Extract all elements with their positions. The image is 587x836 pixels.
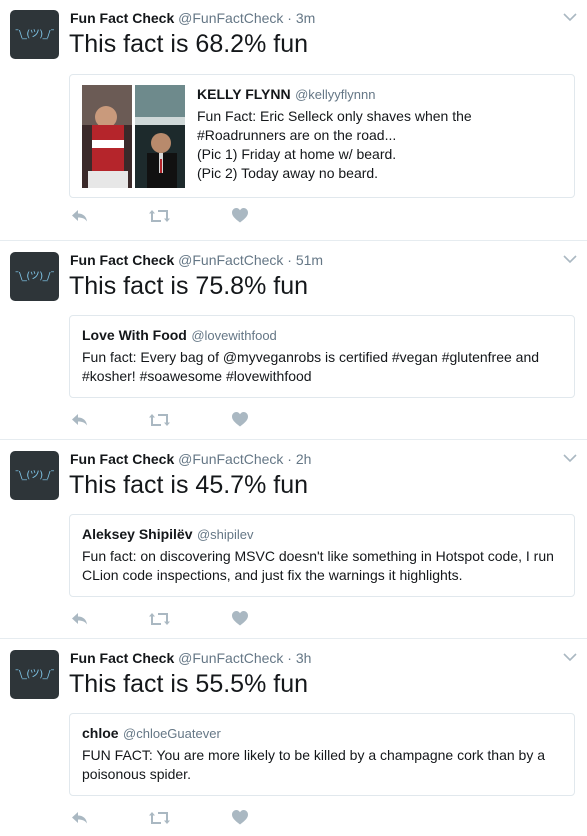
heart-icon[interactable] xyxy=(232,611,248,626)
timestamp[interactable]: 51m xyxy=(296,252,323,268)
fact-text: This fact is 55.5% fun xyxy=(69,670,309,698)
author-handle[interactable]: @FunFactCheck xyxy=(178,252,283,268)
avatar[interactable]: ¯\_(ツ)_/¯ xyxy=(10,650,59,699)
retweet-icon[interactable] xyxy=(149,413,170,427)
separator-dot: · xyxy=(287,451,292,467)
heart-icon[interactable] xyxy=(232,810,248,825)
avatar[interactable]: ¯\_(ツ)_/¯ xyxy=(10,252,59,301)
quoted-author-handle[interactable]: @kellyyflynnn xyxy=(295,87,375,102)
fact-text: This fact is 75.8% fun xyxy=(69,272,309,300)
timestamp[interactable]: 3h xyxy=(296,650,312,666)
tweet-actions xyxy=(69,206,269,224)
quoted-text: Fun fact: on discovering MSVC doesn't li… xyxy=(82,548,554,583)
tweet-header: Fun Fact Check @FunFactCheck · 51m xyxy=(70,252,323,268)
author-handle[interactable]: @FunFactCheck xyxy=(178,451,283,467)
retweet-icon[interactable] xyxy=(149,811,170,825)
author-handle[interactable]: @FunFactCheck xyxy=(178,10,283,26)
author-name[interactable]: Fun Fact Check xyxy=(70,252,174,268)
fact-text: This fact is 68.2% fun xyxy=(69,30,309,58)
timestamp[interactable]: 3m xyxy=(296,10,315,26)
media-thumbnail[interactable] xyxy=(135,85,185,188)
chevron-down-icon[interactable] xyxy=(563,652,577,662)
chevron-down-icon[interactable] xyxy=(563,453,577,463)
tweet-header: Fun Fact Check @FunFactCheck · 3h xyxy=(70,650,311,666)
heart-icon[interactable] xyxy=(232,412,248,427)
heart-icon[interactable] xyxy=(232,208,248,223)
quoted-author-handle[interactable]: @lovewithfood xyxy=(191,328,276,343)
tweet[interactable]: ¯\_(ツ)_/¯ Fun Fact Check @FunFactCheck ·… xyxy=(0,441,587,639)
reply-icon[interactable] xyxy=(71,811,88,824)
quoted-text: Fun Fact: Eric Selleck only shaves when … xyxy=(197,108,472,181)
fact-text: This fact is 45.7% fun xyxy=(69,471,309,499)
quoted-tweet[interactable]: Love With Food @lovewithfood Fun fact: E… xyxy=(69,315,575,398)
separator-dot: · xyxy=(287,252,292,268)
separator-dot: · xyxy=(287,650,292,666)
tweet-header: Fun Fact Check @FunFactCheck · 2h xyxy=(70,451,311,467)
retweet-icon[interactable] xyxy=(149,209,170,223)
tweet-actions xyxy=(69,410,269,428)
quoted-tweet[interactable]: chloe @chloeGuatever FUN FACT: You are m… xyxy=(69,713,575,796)
reply-icon[interactable] xyxy=(71,209,88,222)
tweet[interactable]: ¯\_(ツ)_/¯ Fun Fact Check @FunFactCheck ·… xyxy=(0,242,587,440)
tweet-header: Fun Fact Check @FunFactCheck · 3m xyxy=(70,10,315,26)
reply-icon[interactable] xyxy=(71,413,88,426)
tweet-actions xyxy=(69,609,269,627)
tweet[interactable]: ¯\_(ツ)_/¯ Fun Fact Check @FunFactCheck ·… xyxy=(0,0,587,241)
quoted-media[interactable] xyxy=(82,85,185,188)
chevron-down-icon[interactable] xyxy=(563,12,577,22)
quoted-author-name[interactable]: Love With Food xyxy=(82,327,187,343)
quoted-author-name[interactable]: chloe xyxy=(82,725,119,741)
author-name[interactable]: Fun Fact Check xyxy=(70,451,174,467)
quoted-author-name[interactable]: Aleksey Shipilёv xyxy=(82,526,193,542)
author-handle[interactable]: @FunFactCheck xyxy=(178,650,283,666)
chevron-down-icon[interactable] xyxy=(563,254,577,264)
quoted-text: FUN FACT: You are more likely to be kill… xyxy=(82,747,546,782)
quoted-text: Fun fact: Every bag of @myveganrobs is c… xyxy=(82,349,540,384)
avatar[interactable]: ¯\_(ツ)_/¯ xyxy=(10,451,59,500)
author-name[interactable]: Fun Fact Check xyxy=(70,650,174,666)
tweet[interactable]: ¯\_(ツ)_/¯ Fun Fact Check @FunFactCheck ·… xyxy=(0,640,587,836)
quoted-tweet[interactable]: KELLY FLYNN @kellyyflynnn Fun Fact: Eric… xyxy=(69,74,575,198)
tweet-actions xyxy=(69,808,269,826)
avatar[interactable]: ¯\_(ツ)_/¯ xyxy=(10,10,59,59)
media-thumbnail[interactable] xyxy=(82,85,132,188)
reply-icon[interactable] xyxy=(71,612,88,625)
quoted-author-handle[interactable]: @chloeGuatever xyxy=(123,726,221,741)
quoted-author-handle[interactable]: @shipilev xyxy=(197,527,254,542)
quoted-tweet[interactable]: Aleksey Shipilёv @shipilev Fun fact: on … xyxy=(69,514,575,597)
separator-dot: · xyxy=(287,10,292,26)
quoted-author-name[interactable]: KELLY FLYNN xyxy=(197,86,291,102)
author-name[interactable]: Fun Fact Check xyxy=(70,10,174,26)
retweet-icon[interactable] xyxy=(149,612,170,626)
timestamp[interactable]: 2h xyxy=(296,451,312,467)
